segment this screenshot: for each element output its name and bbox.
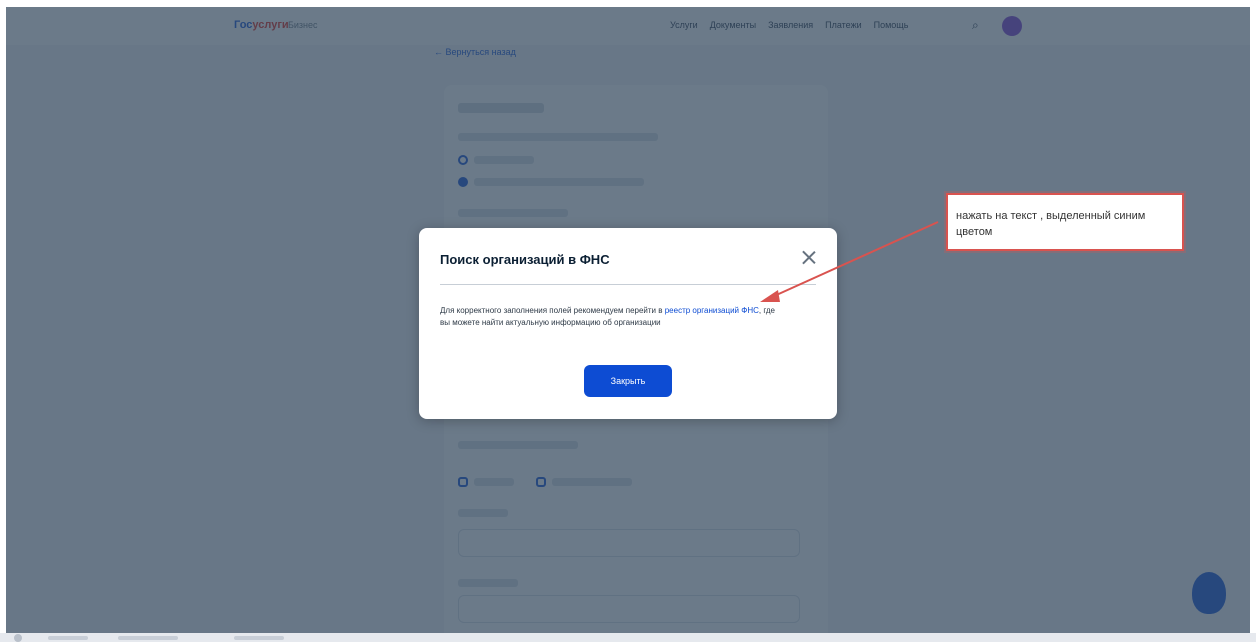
modal-title: Поиск организаций в ФНС	[440, 252, 610, 267]
taskbar-strip	[0, 633, 1256, 642]
modal-body-text: Для корректного заполнения полей рекомен…	[440, 305, 784, 329]
modal-text-start: Для корректного заполнения полей рекомен…	[440, 306, 665, 315]
close-icon[interactable]	[799, 248, 819, 268]
fns-registry-link[interactable]: реестр организаций ФНС	[665, 306, 759, 315]
instruction-callout: нажать на текст , выделенный синим цвето…	[946, 193, 1184, 251]
taskbar-item	[234, 636, 284, 640]
fns-search-modal: Поиск организаций в ФНС Для корректного …	[419, 228, 837, 419]
taskbar-item	[48, 636, 88, 640]
close-button[interactable]: Закрыть	[584, 365, 672, 397]
taskbar-item	[118, 636, 178, 640]
taskbar-icon	[14, 634, 22, 642]
modal-divider	[440, 284, 816, 285]
instruction-text: нажать на текст , выделенный синим цвето…	[956, 210, 1146, 238]
